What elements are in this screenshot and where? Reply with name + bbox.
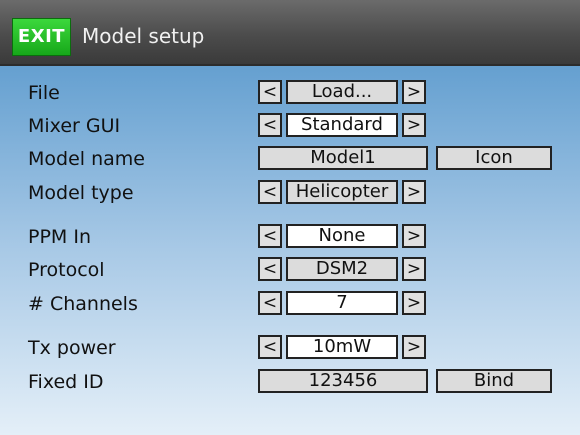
model-name-field[interactable]: Model1 xyxy=(258,146,428,170)
tx-power-label: Tx power xyxy=(28,337,116,359)
ppm-in-label: PPM In xyxy=(28,226,91,248)
bind-button[interactable]: Bind xyxy=(436,369,552,393)
tx-power-next-arrow-icon[interactable]: > xyxy=(402,335,426,359)
file-label: File xyxy=(28,82,60,104)
channels-prev-arrow-icon[interactable]: < xyxy=(258,291,282,315)
mixer-gui-label: Mixer GUI xyxy=(28,115,121,137)
ppm-in-next-arrow-icon[interactable]: > xyxy=(402,224,426,248)
mixer-gui-value[interactable]: Standard xyxy=(286,113,398,137)
protocol-prev-arrow-icon[interactable]: < xyxy=(258,257,282,281)
file-next-arrow-icon[interactable]: > xyxy=(402,80,426,104)
protocol-label: Protocol xyxy=(28,259,105,281)
tx-power-value[interactable]: 10mW xyxy=(286,335,398,359)
model-type-value[interactable]: Helicopter xyxy=(286,180,398,204)
protocol-next-arrow-icon[interactable]: > xyxy=(402,257,426,281)
protocol-value[interactable]: DSM2 xyxy=(286,257,398,281)
ppm-in-prev-arrow-icon[interactable]: < xyxy=(258,224,282,248)
channels-next-arrow-icon[interactable]: > xyxy=(402,291,426,315)
page-title: Model setup xyxy=(82,24,205,48)
mixer-gui-next-arrow-icon[interactable]: > xyxy=(402,113,426,137)
fixed-id-field[interactable]: 123456 xyxy=(258,369,428,393)
exit-button[interactable]: EXIT xyxy=(12,18,71,56)
ppm-in-value[interactable]: None xyxy=(286,224,398,248)
file-prev-arrow-icon[interactable]: < xyxy=(258,80,282,104)
model-setup-screen: EXIT Model setup File < Load... > Mixer … xyxy=(0,0,580,435)
channels-label: # Channels xyxy=(28,293,138,315)
tx-power-prev-arrow-icon[interactable]: < xyxy=(258,335,282,359)
title-bar: EXIT Model setup xyxy=(0,0,580,66)
icon-button[interactable]: Icon xyxy=(436,146,552,170)
channels-value[interactable]: 7 xyxy=(286,291,398,315)
file-value[interactable]: Load... xyxy=(286,80,398,104)
mixer-gui-prev-arrow-icon[interactable]: < xyxy=(258,113,282,137)
model-name-label: Model name xyxy=(28,148,145,170)
model-type-prev-arrow-icon[interactable]: < xyxy=(258,180,282,204)
model-type-label: Model type xyxy=(28,182,134,204)
model-type-next-arrow-icon[interactable]: > xyxy=(402,180,426,204)
fixed-id-label: Fixed ID xyxy=(28,371,104,393)
